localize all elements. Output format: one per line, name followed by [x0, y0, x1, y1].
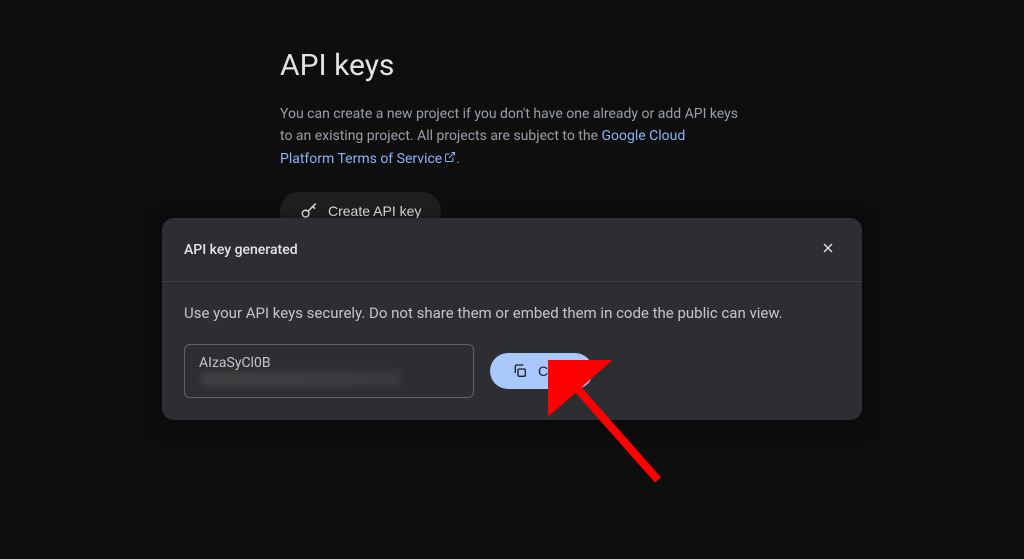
external-link-icon — [444, 148, 456, 170]
dialog-title: API key generated — [184, 242, 298, 258]
dialog-body: Use your API keys securely. Do not share… — [162, 282, 862, 420]
dialog-message: Use your API keys securely. Do not share… — [184, 304, 840, 322]
api-key-field[interactable]: AIzaSyCl0B — [184, 344, 474, 398]
close-dialog-button[interactable] — [816, 236, 840, 263]
page-description: You can create a new project if you don'… — [280, 103, 740, 170]
api-key-dialog: API key generated Use your API keys secu… — [162, 218, 862, 420]
api-key-visible-prefix: AIzaSyCl0B — [199, 355, 271, 371]
api-key-redacted — [201, 372, 401, 386]
api-key-row: AIzaSyCl0B Copy — [184, 344, 840, 398]
copy-label: Copy — [538, 363, 571, 379]
create-api-key-label: Create API key — [328, 203, 421, 219]
copy-icon — [512, 363, 528, 379]
page-content: API keys You can create a new project if… — [0, 0, 740, 230]
page-title: API keys — [280, 48, 740, 83]
close-icon — [820, 240, 836, 259]
description-text-post: . — [456, 151, 460, 167]
dialog-header: API key generated — [162, 218, 862, 282]
copy-button[interactable]: Copy — [490, 353, 593, 389]
